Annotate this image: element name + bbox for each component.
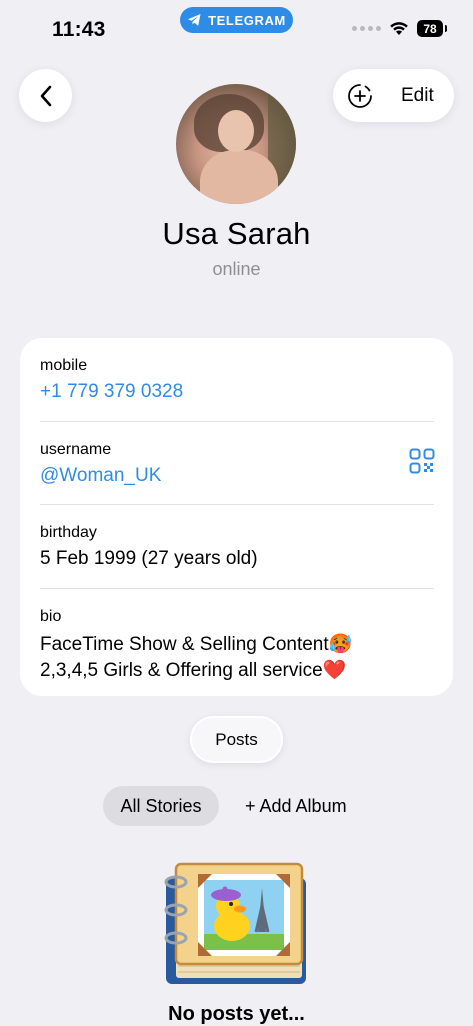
back-button[interactable] (19, 69, 72, 122)
mobile-value[interactable]: +1 779 379 0328 (40, 381, 434, 403)
bio-row[interactable]: bio FaceTime Show & Selling Content🥵 2,3… (40, 608, 434, 684)
edit-button[interactable]: Edit (401, 85, 434, 107)
bio-label: bio (40, 608, 62, 625)
wifi-icon (390, 22, 408, 35)
info-card: mobile +1 779 379 0328 username @Woman_U… (20, 338, 453, 696)
divider (40, 504, 434, 505)
divider (40, 421, 434, 422)
posts-tab[interactable]: Posts (190, 716, 283, 763)
chevron-left-icon (40, 85, 51, 106)
birthday-value: 5 Feb 1999 (27 years old) (40, 548, 258, 569)
all-stories-tab[interactable]: All Stories (103, 786, 219, 826)
qr-code-icon[interactable] (409, 448, 435, 474)
add-story-button[interactable] (347, 83, 373, 109)
edit-button-group: Edit (333, 69, 454, 122)
status-indicators: 78 (352, 20, 447, 37)
photo-album-duck-icon (164, 862, 306, 984)
profile-status: online (212, 259, 261, 279)
username-label: username (40, 441, 112, 458)
status-bar: 11:43 TELEGRAM 78 (0, 0, 473, 60)
mobile-label: mobile (40, 357, 88, 374)
empty-state-text: No posts yet... (168, 1003, 305, 1025)
signal-dots-icon (352, 26, 381, 31)
status-time: 11:43 (52, 18, 106, 41)
bio-line-1: FaceTime Show & Selling Content🥵 (40, 634, 353, 655)
profile-name: Usa Sarah (162, 216, 311, 251)
profile-avatar[interactable] (176, 84, 296, 204)
mobile-row[interactable]: mobile +1 779 379 0328 (40, 357, 434, 403)
divider (40, 588, 434, 589)
telegram-icon (188, 14, 201, 26)
telegram-label: TELEGRAM (208, 12, 286, 28)
add-circle-dashed-icon (348, 83, 372, 108)
birthday-label: birthday (40, 524, 97, 541)
birthday-row[interactable]: birthday 5 Feb 1999 (27 years old) (40, 524, 434, 570)
bio-line-2: 2,3,4,5 Girls & Offering all service❤️ (40, 660, 347, 681)
telegram-pill[interactable]: TELEGRAM (180, 7, 293, 33)
username-row[interactable]: username @Woman_UK (40, 441, 434, 487)
battery-indicator: 78 (417, 20, 447, 37)
username-value[interactable]: @Woman_UK (40, 465, 434, 487)
add-album-button[interactable]: + Add Album (245, 786, 347, 826)
